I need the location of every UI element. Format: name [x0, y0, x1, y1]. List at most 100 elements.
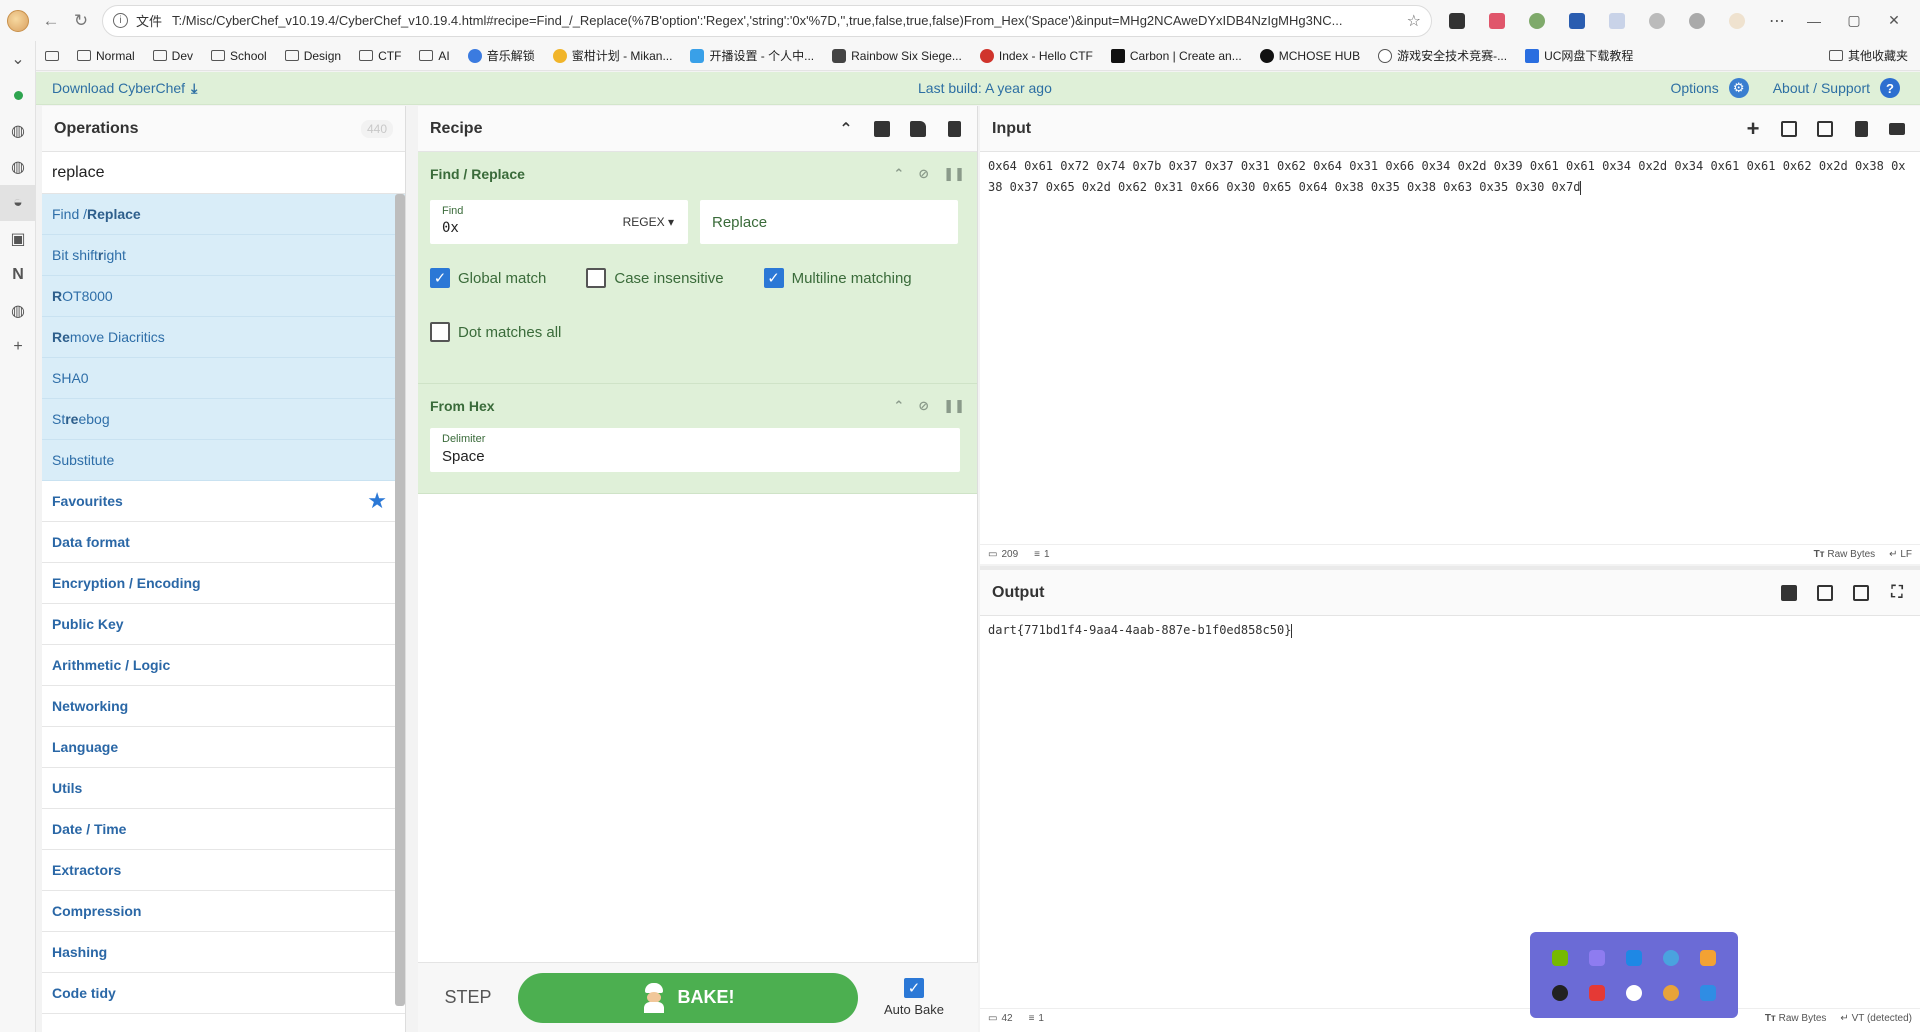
address-url[interactable]: T:/Misc/CyberChef_v10.19.4/CyberChef_v10…: [172, 13, 1399, 28]
disable-icon[interactable]: ⊘: [918, 398, 929, 414]
recipe-op-find-replace[interactable]: Find / Replace ⌃ ⊘ ❚❚ Find 0x REGEX ▾ Re…: [418, 152, 977, 384]
output-textarea[interactable]: dart{771bd1f4-9aa4-4aab-887e-b1f0ed858c5…: [980, 616, 1920, 645]
bookmark-item[interactable]: AI: [410, 43, 458, 69]
app-icon[interactable]: [1579, 940, 1616, 975]
chrome-icon[interactable]: [1652, 975, 1689, 1010]
bookmark-item[interactable]: 音乐解锁: [459, 43, 544, 69]
extension-3-icon[interactable]: [1520, 5, 1554, 37]
multiline-checkbox[interactable]: ✓ Multiline matching: [763, 268, 912, 288]
category-item[interactable]: Date / Time: [42, 809, 405, 850]
extensions-puzzle-icon[interactable]: [1640, 5, 1674, 37]
extension-2-icon[interactable]: [1480, 5, 1514, 37]
category-item[interactable]: Language: [42, 727, 405, 768]
bookmark-other-folder[interactable]: 其他收藏夹: [1820, 43, 1920, 69]
category-item[interactable]: Compression: [42, 891, 405, 932]
address-bar[interactable]: i 文件 T:/Misc/CyberChef_v10.19.4/CyberChe…: [102, 4, 1432, 37]
operations-search-input[interactable]: replace: [42, 152, 405, 194]
trash-icon[interactable]: [943, 118, 965, 140]
defender-icon[interactable]: [1689, 975, 1726, 1010]
save-icon[interactable]: [1778, 582, 1800, 604]
operation-result-item[interactable]: Re move Diacritics: [42, 317, 405, 358]
operation-result-item[interactable]: Bit shift r ight: [42, 235, 405, 276]
disable-icon[interactable]: ⊘: [918, 166, 929, 182]
extension-4-icon[interactable]: [1560, 5, 1594, 37]
back-icon[interactable]: ←: [36, 6, 66, 36]
bookmark-item[interactable]: Index - Hello CTF: [971, 43, 1102, 69]
extension-5-icon[interactable]: [1600, 5, 1634, 37]
profile-icon[interactable]: [1720, 5, 1754, 37]
menu-dots-icon[interactable]: ⋯: [1760, 5, 1794, 37]
operation-result-item[interactable]: R OT8000: [42, 276, 405, 317]
category-item[interactable]: Favourites ★: [42, 481, 405, 522]
bookmark-item[interactable]: Rainbow Six Siege...: [823, 43, 971, 69]
category-item[interactable]: Code tidy: [42, 973, 405, 1014]
bookmark-item[interactable]: UC网盘下载教程: [1516, 43, 1642, 69]
category-item[interactable]: Public Key: [42, 604, 405, 645]
chevron-up-icon[interactable]: ⌃: [893, 166, 904, 182]
raw-bytes-button[interactable]: Tт Raw Bytes: [1765, 1013, 1827, 1024]
bookmark-item[interactable]: CTF: [350, 43, 410, 69]
bookmark-item[interactable]: 蜜柑计划 - Mikan...: [544, 43, 682, 69]
raw-bytes-button[interactable]: Tт Raw Bytes: [1814, 549, 1876, 560]
shield-icon[interactable]: [1689, 940, 1726, 975]
help-icon[interactable]: ?: [1880, 78, 1900, 98]
globe-icon[interactable]: ◍: [0, 113, 36, 149]
operation-result-item[interactable]: St re ebog: [42, 399, 405, 440]
folder-open-icon[interactable]: [1778, 118, 1800, 140]
trash-icon[interactable]: [1850, 118, 1872, 140]
add-tab-icon[interactable]: +: [0, 329, 36, 365]
bookmark-item[interactable]: Carbon | Create an...: [1102, 43, 1251, 69]
cyberchef-tab-icon[interactable]: ◒: [0, 185, 36, 221]
bookmark-menu-icon[interactable]: [36, 43, 68, 69]
gear-icon[interactable]: ⚙: [1728, 78, 1749, 98]
import-icon[interactable]: [1814, 118, 1836, 140]
category-item[interactable]: Encryption / Encoding: [42, 563, 405, 604]
find-field[interactable]: Find 0x REGEX ▾: [430, 200, 688, 244]
chevron-down-icon[interactable]: ⌄: [0, 41, 36, 77]
operations-scrollbar[interactable]: [395, 194, 405, 1006]
find-mode-dropdown[interactable]: REGEX ▾: [623, 215, 674, 229]
replace-field[interactable]: Replace: [700, 200, 958, 244]
window-icon[interactable]: ▣: [0, 221, 36, 257]
maximize-icon[interactable]: ▢: [1834, 5, 1874, 37]
category-item[interactable]: Hashing: [42, 932, 405, 973]
layout-icon[interactable]: [1886, 118, 1908, 140]
chevron-up-icon[interactable]: ⌃: [835, 118, 857, 140]
info-icon[interactable]: i: [113, 13, 128, 28]
audio-icon[interactable]: [1616, 975, 1653, 1010]
bookmark-star-icon[interactable]: ☆: [1407, 11, 1421, 31]
globe-icon[interactable]: ◍: [0, 149, 36, 185]
case-insensitive-checkbox[interactable]: Case insensitive: [586, 268, 724, 288]
about-support-link[interactable]: About / Support: [1773, 80, 1870, 96]
copy-icon[interactable]: [1814, 582, 1836, 604]
bookmark-item[interactable]: Dev: [144, 43, 202, 69]
operation-result-item[interactable]: Find / Replace: [42, 194, 405, 235]
recipe-op-from-hex[interactable]: From Hex ⌃ ⊘ ❚❚ Delimiter Space: [418, 384, 977, 494]
auto-bake-checkbox[interactable]: ✓ Auto Bake: [884, 978, 944, 1017]
category-item[interactable]: Arithmetic / Logic: [42, 645, 405, 686]
category-item[interactable]: Utils: [42, 768, 405, 809]
options-link[interactable]: Options: [1670, 80, 1718, 96]
minimize-icon[interactable]: —: [1794, 5, 1834, 37]
app-icon[interactable]: [1652, 940, 1689, 975]
step-button[interactable]: STEP: [418, 987, 518, 1008]
nvidia-icon[interactable]: [1542, 940, 1579, 975]
folder-open-icon[interactable]: [907, 118, 929, 140]
notion-icon[interactable]: N: [0, 257, 36, 293]
profile-avatar[interactable]: [0, 0, 36, 41]
delimiter-field[interactable]: Delimiter Space: [430, 428, 960, 472]
fullscreen-icon[interactable]: ⛶: [1886, 582, 1908, 604]
bake-button[interactable]: BAKE!: [518, 972, 858, 1023]
save-icon[interactable]: [871, 118, 893, 140]
category-item[interactable]: Data format: [42, 522, 405, 563]
k-app-icon[interactable]: [1616, 940, 1653, 975]
bookmark-item[interactable]: School: [202, 43, 276, 69]
bookmark-item[interactable]: Normal: [68, 43, 144, 69]
obs-icon[interactable]: [1542, 975, 1579, 1010]
replace-input-icon[interactable]: [1850, 582, 1872, 604]
operation-result-item[interactable]: SHA0: [42, 358, 405, 399]
bookmark-item[interactable]: MCHOSE HUB: [1251, 43, 1369, 69]
app-icon[interactable]: [1579, 975, 1616, 1010]
reload-icon[interactable]: ↻: [66, 6, 96, 36]
dot-matches-all-checkbox[interactable]: Dot matches all: [430, 322, 561, 342]
